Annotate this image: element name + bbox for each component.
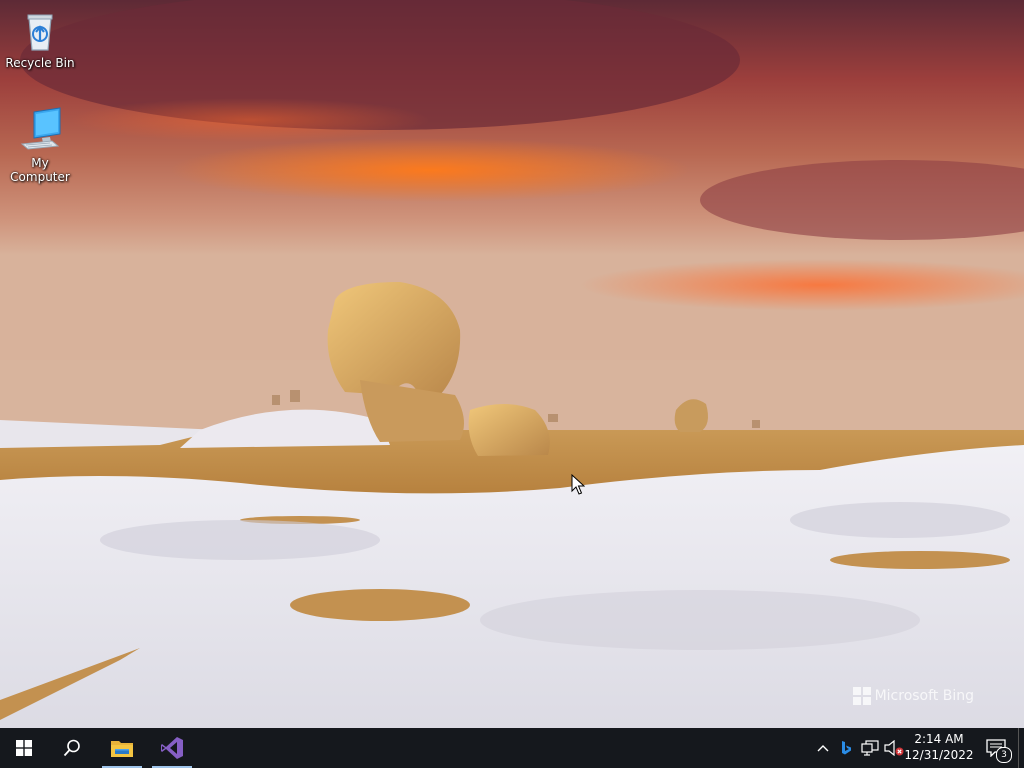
desktop-icon-label: My Computer <box>10 156 70 184</box>
microsoft-logo-icon <box>852 687 871 705</box>
network-tray-button[interactable] <box>860 738 880 758</box>
action-center-button[interactable]: 3 <box>978 728 1014 768</box>
show-desktop-button[interactable] <box>1018 728 1024 768</box>
clock-date: 12/31/2022 <box>904 748 974 762</box>
bing-watermark: Microsoft Bing <box>852 687 974 705</box>
notification-count-badge: 3 <box>996 747 1012 763</box>
volume-muted-icon <box>884 740 904 756</box>
clock-button[interactable]: 2:14 AM 12/31/2022 <box>904 731 974 765</box>
search-icon <box>63 739 80 757</box>
start-button[interactable] <box>0 728 48 768</box>
computer-icon <box>20 107 61 150</box>
chevron-up-icon <box>817 745 829 752</box>
taskbar: 2:14 AM 12/31/2022 3 <box>0 728 1024 768</box>
bing-icon <box>842 741 851 755</box>
windows-logo-icon <box>16 740 32 756</box>
mouse-cursor-icon <box>571 474 585 495</box>
desktop-icon-recycle-bin[interactable]: Recycle Bin <box>0 6 80 70</box>
file-explorer-button[interactable] <box>98 728 146 768</box>
wallpaper-image <box>0 0 1024 728</box>
folder-icon <box>111 741 133 757</box>
visual-studio-icon <box>161 737 183 759</box>
network-icon <box>861 740 879 756</box>
recycle-bin-icon <box>27 14 53 51</box>
desktop: Recycle Bin My Computer Microsoft Bing 2… <box>0 0 1024 768</box>
search-button[interactable] <box>48 728 96 768</box>
watermark-text: Microsoft Bing <box>874 688 974 704</box>
bing-tray-button[interactable] <box>836 738 856 758</box>
desktop-icon-my-computer[interactable]: My Computer <box>0 106 80 184</box>
volume-tray-button[interactable] <box>884 738 904 758</box>
desktop-icon-label: Recycle Bin <box>5 56 75 70</box>
show-hidden-icons-button[interactable] <box>813 738 833 758</box>
visual-studio-button[interactable] <box>148 728 196 768</box>
clock-time: 2:14 AM <box>914 732 964 746</box>
